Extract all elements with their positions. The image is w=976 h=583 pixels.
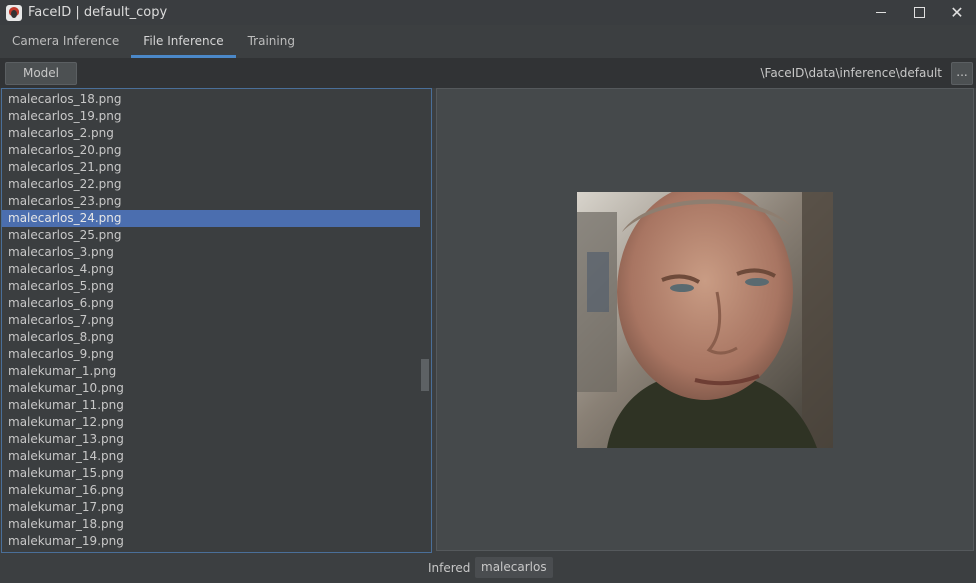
list-item[interactable]: malekumar_15.png <box>2 465 420 482</box>
list-item[interactable]: malecarlos_21.png <box>2 159 420 176</box>
image-preview-panel <box>436 88 974 551</box>
scrollbar-thumb[interactable] <box>421 359 429 391</box>
list-item[interactable]: malekumar_14.png <box>2 448 420 465</box>
list-item[interactable]: malecarlos_19.png <box>2 108 420 125</box>
toolbar: Model \FaceID\data\inference\default ... <box>0 58 976 88</box>
model-button[interactable]: Model <box>5 62 77 85</box>
window-title: FaceID | default_copy <box>28 5 168 20</box>
list-item[interactable]: malecarlos_4.png <box>2 261 420 278</box>
inference-path: \FaceID\data\inference\default <box>760 66 942 80</box>
list-item[interactable]: malekumar_1.png <box>2 363 420 380</box>
title-bar: FaceID | default_copy ✕ <box>0 0 976 25</box>
list-item[interactable]: malekumar_11.png <box>2 397 420 414</box>
minimize-button[interactable] <box>862 0 900 25</box>
infered-result: malecarlos <box>475 557 553 578</box>
browse-button[interactable]: ... <box>951 62 973 85</box>
faceid-app-icon <box>6 4 22 21</box>
status-bar: Infered malecarlos <box>0 553 976 583</box>
list-item[interactable]: malecarlos_23.png <box>2 193 420 210</box>
list-item[interactable]: malekumar_16.png <box>2 482 420 499</box>
window-controls: ✕ <box>862 0 976 25</box>
list-item-selected[interactable]: malecarlos_24.png <box>2 210 420 227</box>
list-item[interactable]: malecarlos_6.png <box>2 295 420 312</box>
list-item[interactable]: malekumar_19.png <box>2 533 420 550</box>
list-item[interactable]: malecarlos_5.png <box>2 278 420 295</box>
list-item[interactable]: malecarlos_18.png <box>2 91 420 108</box>
list-item[interactable]: malecarlos_7.png <box>2 312 420 329</box>
tab-camera-inference[interactable]: Camera Inference <box>0 25 131 58</box>
list-item[interactable]: malecarlos_2.png <box>2 125 420 142</box>
list-item[interactable]: malecarlos_22.png <box>2 176 420 193</box>
list-item[interactable]: malekumar_13.png <box>2 431 420 448</box>
minimize-icon <box>876 12 886 13</box>
tab-training[interactable]: Training <box>236 25 307 58</box>
maximize-button[interactable] <box>900 0 938 25</box>
list-item[interactable]: malecarlos_20.png <box>2 142 420 159</box>
list-item[interactable]: malecarlos_8.png <box>2 329 420 346</box>
face-photo <box>577 192 833 448</box>
file-list-scrollbar[interactable] <box>420 89 431 552</box>
list-item[interactable]: malekumar_17.png <box>2 499 420 516</box>
close-button[interactable]: ✕ <box>938 0 976 25</box>
list-item[interactable]: malecarlos_9.png <box>2 346 420 363</box>
maximize-icon <box>913 7 925 18</box>
file-list[interactable]: malecarlos_18.png malecarlos_19.png maleca… <box>1 88 432 553</box>
infered-label: Infered <box>428 561 471 575</box>
close-icon: ✕ <box>950 2 964 22</box>
face-preview-image <box>577 192 833 448</box>
tab-file-inference[interactable]: File Inference <box>131 25 236 58</box>
list-item[interactable]: malekumar_10.png <box>2 380 420 397</box>
tab-bar: Camera Inference File Inference Training <box>0 25 976 58</box>
list-item[interactable]: malekumar_12.png <box>2 414 420 431</box>
list-item[interactable]: malecarlos_3.png <box>2 244 420 261</box>
list-item[interactable]: malecarlos_25.png <box>2 227 420 244</box>
list-item[interactable]: malekumar_18.png <box>2 516 420 533</box>
